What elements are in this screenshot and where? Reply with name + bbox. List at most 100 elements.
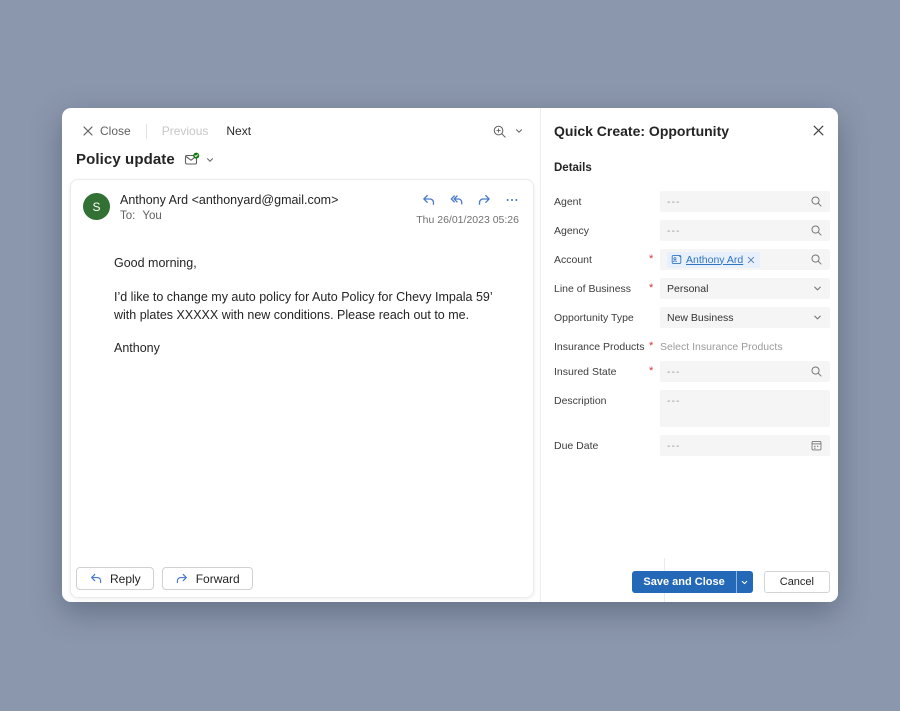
insured-state-lookup-field[interactable]: --- xyxy=(660,361,830,382)
zoom-dropdown-button[interactable] xyxy=(514,126,524,136)
magnifier-plus-icon xyxy=(492,124,507,139)
zoom-button[interactable] xyxy=(492,124,507,139)
field-label: Insured State xyxy=(554,361,647,378)
email-toolbar: Close Previous Next xyxy=(62,108,540,148)
description-textarea[interactable]: --- xyxy=(660,390,830,427)
reply-all-button[interactable] xyxy=(449,193,464,207)
body-paragraph: I’d like to change my auto policy for Au… xyxy=(114,289,509,325)
selected-value: New Business xyxy=(667,312,734,324)
email-subject: Policy update xyxy=(76,151,175,168)
envelope-check-icon[interactable] xyxy=(184,152,200,167)
chevron-down-icon xyxy=(514,126,524,136)
to-recipient[interactable]: You xyxy=(142,210,161,222)
form-row-description: Description --- xyxy=(554,390,830,427)
save-options-dropdown[interactable] xyxy=(736,571,753,593)
email-timestamp: Thu 26/01/2023 05:26 xyxy=(416,214,519,226)
reply-arrow-icon xyxy=(89,572,103,585)
field-placeholder: --- xyxy=(667,225,681,237)
field-placeholder: --- xyxy=(667,440,681,452)
line-of-business-dropdown[interactable]: Personal xyxy=(660,278,830,299)
chevron-down-icon xyxy=(740,578,749,587)
save-and-close-split-button: Save and Close xyxy=(632,571,752,593)
field-placeholder: --- xyxy=(667,366,681,378)
account-record-chip[interactable]: Anthony Ard xyxy=(667,252,760,268)
chevron-down-icon xyxy=(205,155,215,165)
account-record-link[interactable]: Anthony Ard xyxy=(686,254,743,266)
close-label: Close xyxy=(100,124,131,138)
previous-button[interactable]: Previous xyxy=(162,124,209,138)
details-section-label: Details xyxy=(554,162,838,174)
chevron-down-icon[interactable] xyxy=(812,312,823,323)
required-marker: * xyxy=(647,361,660,377)
field-placeholder: --- xyxy=(667,196,681,208)
form-row-agent: Agent --- xyxy=(554,191,830,212)
message-header: S Anthony Ard <anthonyard@gmail.com> To:… xyxy=(71,180,533,226)
reply-all-arrow-icon xyxy=(449,193,464,207)
search-icon[interactable] xyxy=(810,365,823,378)
mail-and-quick-create-window: Close Previous Next Policy update xyxy=(62,108,838,602)
toolbar-divider xyxy=(146,124,147,139)
field-label: Account xyxy=(554,249,647,266)
search-icon[interactable] xyxy=(810,195,823,208)
quick-create-title: Quick Create: Opportunity xyxy=(541,108,838,139)
field-label: Agency xyxy=(554,220,647,237)
forward-bottom-button[interactable]: Forward xyxy=(162,567,253,590)
sender-name-email[interactable]: Anthony Ard <anthonyard@gmail.com> xyxy=(120,193,338,207)
body-paragraph: Good morning, xyxy=(114,255,509,273)
next-button[interactable]: Next xyxy=(226,124,251,138)
forward-button[interactable] xyxy=(477,193,492,207)
insurance-products-selector[interactable]: Select Insurance Products xyxy=(660,336,830,353)
forward-arrow-icon xyxy=(477,193,492,207)
quick-create-form: Agent --- Agency --- xyxy=(541,191,838,456)
email-message-card: S Anthony Ard <anthonyard@gmail.com> To:… xyxy=(70,179,534,598)
reply-button[interactable] xyxy=(421,193,436,207)
form-row-account: Account * Anthony Ard xyxy=(554,249,830,270)
forward-label: Forward xyxy=(196,572,240,586)
field-label: Agent xyxy=(554,191,647,208)
due-date-field[interactable]: --- xyxy=(660,435,830,456)
form-row-insured-state: Insured State * --- xyxy=(554,361,830,382)
ellipsis-icon xyxy=(505,193,519,207)
form-row-opportunity-type: Opportunity Type New Business xyxy=(554,307,830,328)
account-lookup-field[interactable]: Anthony Ard xyxy=(660,249,830,270)
more-actions-button[interactable] xyxy=(505,193,519,207)
to-label: To: xyxy=(120,210,135,222)
calendar-icon[interactable] xyxy=(810,439,823,452)
message-actions-footer: Reply Forward xyxy=(76,567,253,590)
form-row-insurance-products: Insurance Products * Select Insurance Pr… xyxy=(554,336,830,353)
remove-chip-icon[interactable] xyxy=(747,256,755,264)
opportunity-type-dropdown[interactable]: New Business xyxy=(660,307,830,328)
quick-create-panel: Quick Create: Opportunity Details Agent … xyxy=(540,108,838,602)
close-icon xyxy=(812,124,825,137)
search-icon[interactable] xyxy=(810,253,823,266)
field-label: Insurance Products xyxy=(554,336,647,353)
search-icon[interactable] xyxy=(810,224,823,237)
close-icon xyxy=(82,125,94,137)
field-placeholder: --- xyxy=(667,395,681,407)
body-paragraph: Anthony xyxy=(114,340,509,358)
close-panel-button[interactable] xyxy=(812,124,825,137)
chevron-down-icon[interactable] xyxy=(812,283,823,294)
cancel-button[interactable]: Cancel xyxy=(764,571,830,593)
required-marker: * xyxy=(647,278,660,294)
subject-actions-dropdown[interactable] xyxy=(205,155,215,165)
close-email-button[interactable]: Close xyxy=(82,124,131,138)
quick-create-footer: Save and Close Cancel xyxy=(632,571,830,593)
agency-lookup-field[interactable]: --- xyxy=(660,220,830,241)
agent-lookup-field[interactable]: --- xyxy=(660,191,830,212)
reply-label: Reply xyxy=(110,572,141,586)
save-and-close-button[interactable]: Save and Close xyxy=(632,571,735,593)
form-row-due-date: Due Date --- xyxy=(554,435,830,456)
field-label: Opportunity Type xyxy=(554,307,647,324)
required-marker: * xyxy=(647,336,660,352)
field-label: Description xyxy=(554,390,647,407)
sender-avatar[interactable]: S xyxy=(83,193,110,220)
page-background: { "email_pane": { "toolbar": { "close_la… xyxy=(0,0,900,711)
selected-value: Personal xyxy=(667,283,708,295)
reply-bottom-button[interactable]: Reply xyxy=(76,567,154,590)
forward-arrow-icon xyxy=(175,572,189,585)
reply-arrow-icon xyxy=(421,193,436,207)
email-body: Good morning, I’d like to change my auto… xyxy=(71,226,533,358)
form-row-agency: Agency --- xyxy=(554,220,830,241)
field-label: Line of Business xyxy=(554,278,647,295)
